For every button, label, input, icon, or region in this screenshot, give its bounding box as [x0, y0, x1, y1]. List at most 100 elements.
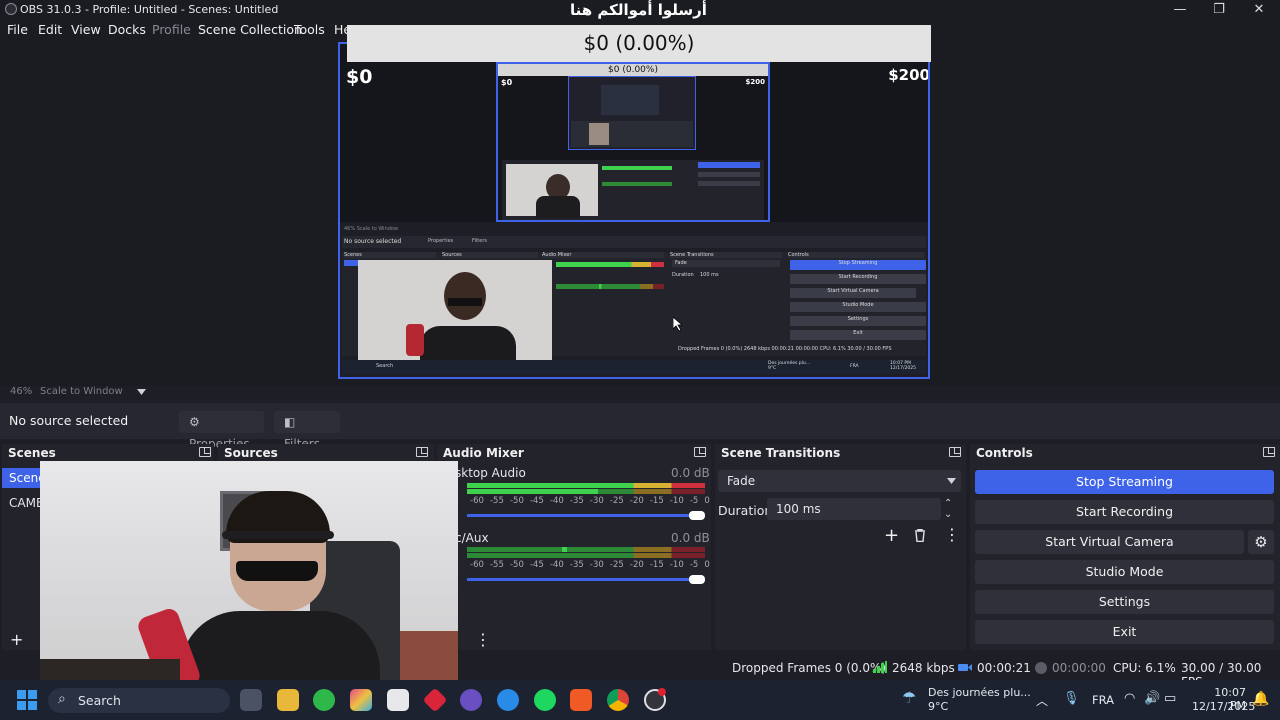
brave-icon[interactable]: [570, 689, 592, 711]
scale-tick: -50: [509, 496, 524, 506]
virtual-camera-settings-gear-icon[interactable]: ⚙: [1248, 530, 1274, 554]
battery-icon[interactable]: ▭: [1164, 691, 1176, 706]
scale-tick: -60: [470, 560, 484, 570]
taskbar-search-box[interactable]: ⌕ Search: [48, 688, 230, 713]
edge-like-icon[interactable]: [497, 689, 519, 711]
nested-face: [444, 272, 486, 320]
menu-profile[interactable]: Profile: [152, 22, 191, 37]
undock-icon[interactable]: [416, 447, 428, 457]
zoom-mode-select[interactable]: Scale to Window: [40, 386, 123, 397]
menu-docks[interactable]: Docks: [108, 22, 146, 37]
scale-tick: -25: [609, 496, 624, 506]
nested-preview: $0 (0.00%) $0 $200: [496, 62, 770, 222]
headphones: [222, 531, 334, 539]
volume-slider-handle[interactable]: [689, 511, 705, 520]
minimize-button[interactable]: —: [1160, 0, 1200, 20]
dropped-frames: Dropped Frames 0 (0.0%): [732, 661, 887, 675]
scene-transitions-title: Scene Transitions: [721, 446, 841, 460]
menu-edit[interactable]: Edit: [38, 22, 62, 37]
windows-start-icon[interactable]: [17, 690, 37, 710]
chevron-up-icon[interactable]: ︿: [1036, 692, 1048, 709]
exit-button[interactable]: Exit: [975, 620, 1274, 644]
volume-slider[interactable]: [467, 578, 697, 581]
bitrate: 2648 kbps: [892, 661, 955, 675]
notification-icon[interactable]: 🔔: [1252, 691, 1269, 707]
volume-icon[interactable]: 🔊: [1144, 691, 1160, 706]
scale-tick: -55: [489, 560, 504, 570]
add-scene-icon[interactable]: +: [10, 630, 23, 649]
chevron-down-icon[interactable]: [137, 389, 146, 395]
nested-inner-screen: [601, 85, 659, 115]
undock-icon[interactable]: [949, 447, 961, 457]
spotify-icon[interactable]: [534, 689, 556, 711]
xbox-app-icon[interactable]: [313, 689, 335, 711]
volume-slider-handle[interactable]: [689, 575, 705, 584]
close-button[interactable]: ✕: [1239, 0, 1279, 20]
properties-button[interactable]: ⚙ Properties: [179, 411, 264, 451]
scenes-dock-title: Scenes: [8, 446, 56, 460]
undock-icon[interactable]: [199, 447, 211, 457]
scale-tick: -15: [649, 560, 664, 570]
microsoft-store-icon[interactable]: [387, 689, 409, 711]
task-view-icon[interactable]: [240, 689, 262, 711]
chrome-icon[interactable]: [607, 689, 629, 711]
nested-ctrl-studio-mode: Studio Mode: [790, 302, 926, 312]
donation-goal-bar: $0 (0.00%): [347, 25, 931, 62]
audio-channel-name: sktop Audio: [455, 466, 526, 480]
menu-view[interactable]: View: [71, 22, 101, 37]
scale-tick: -40: [549, 496, 564, 506]
scale-tick: -10: [669, 560, 684, 570]
menu-scene-collection[interactable]: Scene Collection: [198, 22, 302, 37]
duration-stepper[interactable]: ⌃ ⌄: [944, 498, 952, 520]
filters-button[interactable]: ◧ Filters: [274, 411, 340, 451]
scale-tick: 0: [704, 496, 710, 506]
scene-item-selected[interactable]: Scene: [2, 468, 46, 488]
more-options-icon[interactable]: ⋮: [475, 630, 491, 649]
gear-icon: ⚙: [189, 415, 200, 429]
volume-slider[interactable]: [467, 514, 697, 517]
menu-file[interactable]: File: [7, 22, 28, 37]
audio-channel-db: 0.0 dB: [671, 531, 710, 545]
scale-tick: -30: [589, 560, 604, 570]
photos-app-icon[interactable]: [350, 689, 372, 711]
record-indicator-icon: [1035, 662, 1047, 674]
preview-zoom-bar: 46% Scale to Window: [0, 386, 1280, 400]
microphone-icon[interactable]: 🎙: [1063, 691, 1080, 706]
stop-streaming-button[interactable]: Stop Streaming: [975, 470, 1274, 494]
record-time: 00:00:00: [1052, 661, 1106, 675]
nested-donation-bar: $0 (0.00%): [498, 64, 768, 76]
scene-transitions-dock: Scene Transitions Fade Duration 100 ms ⌃…: [715, 444, 966, 650]
taskbar-date[interactable]: 12/17/2025: [1192, 700, 1255, 713]
settings-button[interactable]: Settings: [975, 590, 1274, 614]
more-options-icon[interactable]: ⋮: [944, 525, 960, 544]
scene-item[interactable]: CAME: [9, 496, 44, 510]
trash-icon[interactable]: [914, 529, 926, 542]
nested-stop-streaming: [698, 162, 760, 168]
taskbar-search-label: Search: [78, 693, 121, 708]
undock-icon[interactable]: [1263, 447, 1275, 457]
weather-description[interactable]: Des journées plu...: [928, 686, 1031, 699]
language-indicator[interactable]: FRA: [1092, 693, 1114, 707]
studio-mode-button[interactable]: Studio Mode: [975, 560, 1274, 584]
duration-input[interactable]: 100 ms: [767, 498, 941, 520]
add-transition-icon[interactable]: +: [884, 525, 899, 546]
nested-inner-webcam: [589, 123, 609, 145]
nested-preview-inner: [568, 76, 696, 150]
source-toolbar: No source selected ⚙ Properties ◧ Filter…: [0, 403, 1280, 451]
start-virtual-camera-button[interactable]: Start Virtual Camera: [975, 530, 1244, 554]
weather-temperature[interactable]: 9°C: [928, 700, 948, 713]
weather-icon[interactable]: ☂: [902, 688, 916, 707]
cpu-usage: CPU: 6.1%: [1113, 661, 1176, 675]
maximize-button[interactable]: ❐: [1199, 0, 1239, 20]
undock-icon[interactable]: [694, 447, 706, 457]
preview-canvas[interactable]: $0 $200 $0 (0.00%) $0 $200 46% Scale to …: [338, 42, 930, 379]
chat-app-icon[interactable]: [460, 689, 482, 711]
nested-meter-mic: [556, 284, 664, 289]
wifi-icon[interactable]: ◠: [1124, 691, 1135, 706]
nested-taskbar-clock: 10:07 PM 12/17/2025: [890, 361, 916, 371]
transition-select[interactable]: Fade: [718, 470, 961, 492]
start-recording-button[interactable]: Start Recording: [975, 500, 1274, 524]
donation-right-amount: $200: [888, 66, 930, 84]
file-explorer-icon[interactable]: [277, 689, 299, 711]
menu-tools[interactable]: Tools: [294, 22, 325, 37]
